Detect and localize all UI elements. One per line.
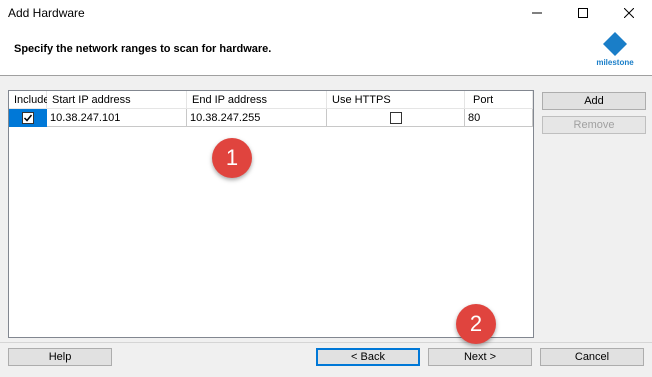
wizard-header: Specify the network ranges to scan for h… bbox=[0, 26, 652, 76]
table-row[interactable]: 10.38.247.101 10.38.247.255 80 bbox=[9, 109, 533, 127]
table-header-row: Include Start IP address End IP address … bbox=[9, 91, 533, 109]
title-bar: Add Hardware bbox=[0, 0, 652, 26]
checkmark-icon bbox=[23, 114, 32, 122]
header-instruction: Specify the network ranges to scan for h… bbox=[14, 43, 272, 55]
milestone-logo: milestone bbox=[590, 32, 640, 72]
column-header-port[interactable]: Port bbox=[465, 91, 533, 109]
port-cell[interactable]: 80 bbox=[465, 109, 533, 127]
minimize-button[interactable] bbox=[514, 0, 560, 26]
cancel-button[interactable]: Cancel bbox=[540, 348, 644, 366]
back-button[interactable]: < Back bbox=[316, 348, 420, 366]
milestone-diamond-icon bbox=[603, 32, 627, 56]
column-header-include[interactable]: Include bbox=[9, 91, 49, 109]
help-button[interactable]: Help bbox=[8, 348, 112, 366]
column-header-start-ip[interactable]: Start IP address bbox=[47, 91, 187, 109]
maximize-icon bbox=[578, 8, 588, 18]
include-checkbox[interactable] bbox=[21, 111, 34, 124]
next-button[interactable]: Next > bbox=[428, 348, 532, 366]
column-header-use-https[interactable]: Use HTTPS bbox=[327, 91, 465, 109]
add-button[interactable]: Add bbox=[542, 92, 646, 110]
column-header-end-ip[interactable]: End IP address bbox=[187, 91, 327, 109]
start-ip-cell[interactable]: 10.38.247.101 bbox=[47, 109, 187, 127]
window-title: Add Hardware bbox=[8, 6, 85, 20]
logo-text: milestone bbox=[596, 58, 634, 67]
include-cell[interactable] bbox=[9, 109, 47, 127]
remove-button[interactable]: Remove bbox=[542, 116, 646, 134]
use-https-checkbox[interactable] bbox=[389, 111, 402, 124]
minimize-icon bbox=[532, 12, 542, 14]
use-https-cell[interactable] bbox=[327, 109, 465, 127]
end-ip-cell[interactable]: 10.38.247.255 bbox=[187, 109, 327, 127]
annotation-badge-2: 2 bbox=[456, 304, 496, 344]
footer-divider bbox=[0, 342, 652, 343]
ip-range-table[interactable]: Include Start IP address End IP address … bbox=[8, 90, 534, 338]
maximize-button[interactable] bbox=[560, 0, 606, 26]
close-button[interactable] bbox=[606, 0, 652, 26]
annotation-badge-1: 1 bbox=[212, 138, 252, 178]
close-icon bbox=[624, 8, 634, 18]
